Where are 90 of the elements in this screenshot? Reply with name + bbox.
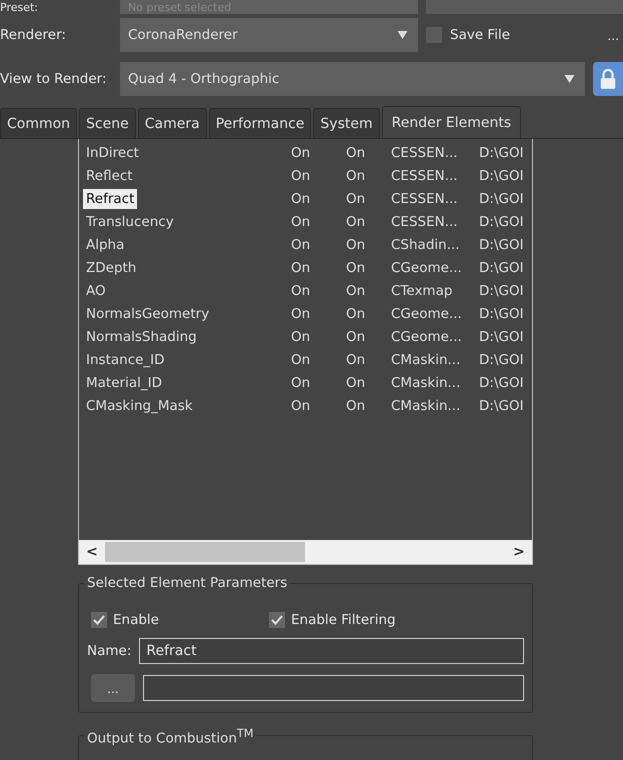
- renderer-label: Renderer:: [0, 27, 67, 43]
- enable-filtering-checkbox[interactable]: [269, 612, 285, 628]
- table-cell-text: On: [346, 328, 366, 344]
- table-cell-text: CESSEN...: [391, 168, 459, 184]
- lock-icon: [599, 68, 617, 90]
- tab[interactable]: System: [313, 108, 380, 138]
- table-cell-text: CShadin...: [391, 236, 461, 252]
- table-cell-text: On: [291, 236, 312, 252]
- table-cell-text: D:\GOI: [479, 212, 524, 232]
- path-field[interactable]: [143, 675, 524, 701]
- scroll-left-button[interactable]: <: [79, 544, 105, 560]
- table-cell-text: CGeome...: [391, 260, 463, 276]
- enable-filtering-label: Enable Filtering: [291, 612, 396, 628]
- table-cell-text: On: [291, 374, 312, 390]
- table-cell-text: On: [346, 168, 366, 184]
- element-name[interactable]: Refract: [83, 188, 138, 208]
- table-cell-text: CESSEN...: [391, 144, 459, 160]
- table-cell-text: On: [291, 168, 312, 184]
- table-cell-text: D:\GOI: [479, 282, 524, 300]
- element-name[interactable]: Translucency: [83, 212, 177, 232]
- tab[interactable]: Camera: [138, 108, 207, 138]
- table-cell-text: On: [346, 190, 366, 206]
- table-cell-text: On: [346, 398, 366, 414]
- table-cell-text: D:\GOI: [479, 166, 524, 186]
- table-cell-text: D:\GOI: [479, 328, 524, 346]
- table-cell-text: On: [291, 190, 312, 206]
- table-cell-text: On: [346, 214, 366, 230]
- element-name[interactable]: Instance_ID: [83, 350, 168, 370]
- enable-label: Enable: [113, 612, 159, 628]
- tab[interactable]: Scene: [79, 108, 136, 138]
- table-cell-text: On: [291, 306, 312, 322]
- more-button[interactable]: ...: [607, 27, 619, 43]
- table-cell-text: D:\GOI: [479, 350, 524, 370]
- table-cell-text: On: [346, 260, 366, 276]
- view-label: View to Render:: [0, 71, 108, 87]
- scroll-thumb[interactable]: [105, 542, 305, 562]
- tab[interactable]: Common: [0, 108, 78, 138]
- table-cell-text: On: [291, 214, 312, 230]
- table-cell-text: D:\GOI: [479, 304, 524, 324]
- preset-label: Preset:: [0, 0, 40, 14]
- scroll-right-button[interactable]: >: [506, 544, 532, 560]
- element-name[interactable]: CMasking_Mask: [83, 396, 196, 416]
- caret-icon: [397, 31, 408, 39]
- table-cell-text: On: [291, 260, 312, 276]
- table-cell-text: D:\GOI: [479, 258, 524, 278]
- table-cell-text: D:\GOI: [479, 144, 524, 162]
- save-file-label: Save File: [450, 27, 510, 43]
- element-name[interactable]: Reflect: [83, 166, 136, 186]
- tab[interactable]: Performance: [208, 108, 312, 138]
- horizontal-scrollbar[interactable]: < >: [79, 540, 532, 564]
- name-field[interactable]: Refract: [139, 638, 524, 664]
- table-cell-text: On: [291, 282, 312, 298]
- table-cell-text: CESSEN...: [391, 190, 459, 206]
- table-cell-text: On: [346, 282, 366, 298]
- table-cell-text: CGeome...: [391, 306, 463, 322]
- table-cell-text: D:\GOI: [479, 236, 524, 254]
- table-cell-text: CMaskin...: [391, 374, 462, 390]
- name-label: Name:: [87, 643, 132, 659]
- table-cell-text: On: [346, 306, 366, 322]
- table-cell-text: CMaskin...: [391, 398, 462, 414]
- table-cell-text: D:\GOI: [479, 190, 524, 208]
- element-name[interactable]: Material_ID: [83, 372, 165, 392]
- lock-button[interactable]: [593, 62, 623, 96]
- table-cell-text: On: [346, 352, 366, 368]
- table-cell-text: CMaskin...: [391, 352, 462, 368]
- caret-icon: [564, 75, 575, 83]
- table-cell-text: On: [291, 144, 312, 160]
- table-cell-text: On: [291, 328, 312, 344]
- browse-button[interactable]: ...: [91, 674, 135, 702]
- table-cell-text: On: [291, 352, 312, 368]
- table-cell-text: CGeome...: [391, 328, 463, 344]
- element-name[interactable]: NormalsGeometry: [83, 304, 212, 324]
- element-name[interactable]: InDirect: [83, 142, 142, 162]
- table-cell-text: D:\GOI: [479, 374, 524, 392]
- table-cell-text: On: [291, 398, 312, 414]
- table-cell-text: CTexmap: [391, 282, 454, 298]
- view-dropdown[interactable]: Quad 4 - Orthographic: [120, 62, 585, 96]
- element-name[interactable]: NormalsShading: [83, 326, 200, 346]
- table-cell-text: On: [346, 144, 366, 160]
- renderer-dropdown[interactable]: CoronaRenderer: [120, 18, 418, 52]
- tab[interactable]: Render Elements: [382, 106, 522, 138]
- element-name[interactable]: Alpha: [83, 234, 128, 254]
- table-cell-text: D:\GOI: [479, 396, 524, 416]
- table-cell-text: On: [346, 374, 366, 390]
- enable-checkbox[interactable]: [91, 612, 107, 628]
- table-cell-text: On: [346, 236, 366, 252]
- group-title: Output to Combustion$^{TM}$: [84, 727, 256, 746]
- element-name[interactable]: AO: [83, 280, 109, 300]
- element-name[interactable]: ZDepth: [83, 258, 140, 278]
- table-cell-text: CESSEN...: [391, 214, 459, 230]
